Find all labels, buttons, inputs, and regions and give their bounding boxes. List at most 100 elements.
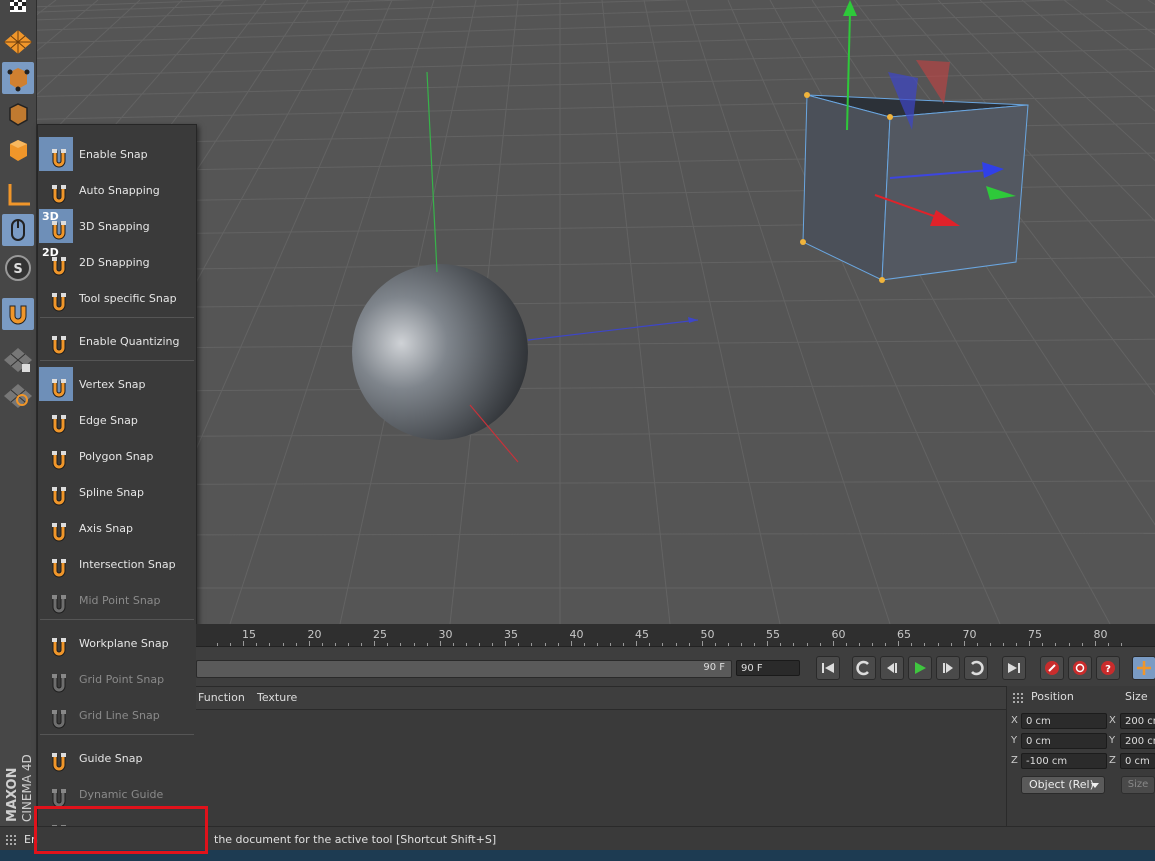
cube-right-face[interactable]	[881, 104, 1029, 281]
record-keys-button[interactable]	[1040, 656, 1064, 680]
frame-range-slider[interactable]: 90 F	[196, 660, 732, 678]
snap-menu-item[interactable]: Axis Snap	[38, 510, 196, 546]
checker-icon[interactable]	[2, 0, 34, 24]
timeline-tick	[898, 641, 899, 646]
previous-frame-button[interactable]	[880, 656, 904, 680]
snap-menu-item-label: Guide Snap	[79, 751, 143, 765]
snap-magnet-icon[interactable]	[2, 298, 34, 330]
snap-menu-item[interactable]: Vertex Snap	[38, 366, 196, 402]
chevron-down-icon	[1091, 783, 1099, 788]
snap-menu-item[interactable]: 3D 3D Snapping	[38, 208, 196, 244]
timeline-tick	[1042, 643, 1043, 646]
timeline-tick	[714, 643, 716, 646]
snap-menu-item[interactable]: Auto Snapping	[38, 172, 196, 208]
timeline-tick	[243, 641, 244, 646]
snap-menu-item-label: 2D Snapping	[79, 255, 150, 269]
timeline-ruler[interactable]: 15 20 25 30 35 40 45 50 55 60 65 70 75 80	[196, 624, 1155, 647]
timeline-tick	[531, 643, 532, 646]
snap-menu-item-label: Auto Snapping	[79, 183, 160, 197]
timeline-tick-label: 30	[438, 628, 453, 641]
timeline-tick	[924, 643, 925, 646]
menu-separator	[40, 734, 194, 735]
timeline-tick	[465, 643, 467, 646]
autokey-button[interactable]	[1068, 656, 1092, 680]
timeline-tick	[806, 643, 808, 646]
position-header: Position	[1031, 690, 1074, 703]
timeline-tick	[269, 643, 270, 646]
timeline-tick	[662, 643, 663, 646]
next-frame-button[interactable]	[936, 656, 960, 680]
apply-size-button[interactable]: Size	[1121, 776, 1155, 794]
snap-menu-item[interactable]: Intersection Snap	[38, 546, 196, 582]
snap-menu-item[interactable]: Spline Snap	[38, 474, 196, 510]
points-mode-icon[interactable]	[2, 62, 34, 94]
keyframe-selection-button[interactable]: ?	[1096, 656, 1120, 680]
timeline-tick	[780, 643, 781, 646]
cube-y-arrow[interactable]	[843, 0, 857, 16]
workplane-lock-icon[interactable]	[2, 344, 34, 376]
size-z-field[interactable]: 0 cm	[1120, 753, 1155, 769]
snap-menu-item[interactable]: Workplane Snap	[38, 625, 196, 661]
timeline-tick	[819, 643, 821, 646]
timeline-tick	[230, 643, 231, 646]
edges-mode-icon[interactable]	[2, 98, 34, 130]
brand-line2: CINEMA 4D	[20, 754, 34, 822]
snap-menu-item[interactable]: 2D 2D Snapping	[38, 244, 196, 280]
timeline-tick	[518, 643, 519, 646]
snap-menu-item-label: Grid Point Snap	[79, 672, 165, 686]
polygons-mode-icon[interactable]	[2, 134, 34, 166]
go-to-end-button[interactable]	[1002, 656, 1026, 680]
timeline-tick	[361, 643, 362, 646]
workplane-snap-icon	[39, 626, 73, 660]
snap-menu-item[interactable]: Edge Snap	[38, 402, 196, 438]
timeline-tick-label: 25	[373, 628, 387, 641]
sphere-object[interactable]	[352, 264, 528, 440]
size-x-field[interactable]: 200 cm	[1120, 713, 1155, 729]
cube-vertex	[800, 239, 806, 245]
previous-key-button[interactable]	[852, 656, 876, 680]
cube-vertex	[879, 277, 885, 283]
cube-vertex	[804, 92, 810, 98]
snap-menu-item[interactable]: Guide Snap	[38, 740, 196, 776]
menu-texture[interactable]: Texture	[257, 691, 297, 704]
menu-function[interactable]: Function	[198, 691, 245, 704]
timeline-tick-label: 40	[569, 628, 584, 641]
solo-mode-icon[interactable]: S	[2, 252, 34, 284]
brand-line1: MAXON	[5, 768, 20, 823]
tool-snap-icon	[39, 281, 73, 315]
polygon-snap-icon	[39, 439, 73, 473]
timeline-tick	[282, 643, 284, 646]
position-x-field[interactable]: 0 cm	[1021, 713, 1107, 729]
snap-menu-item[interactable]: Mid Point Snap	[38, 582, 196, 618]
snap-menu-item[interactable]: Grid Point Snap	[38, 661, 196, 697]
snap-menu-item[interactable]: Enable Quantizing	[38, 323, 196, 359]
status-text: the document for the active tool [Shortc…	[214, 833, 497, 846]
move-tool-icon[interactable]	[1132, 656, 1155, 680]
cube-plane-handle-red[interactable]	[916, 60, 950, 104]
workplane-icon[interactable]	[2, 380, 34, 412]
timeline-tick	[911, 643, 912, 646]
attribute-menubar: Function Texture	[196, 687, 1006, 710]
snap-menu-item-label: Enable Quantizing	[79, 334, 180, 348]
timeline-tick	[334, 643, 336, 646]
snap-menu-item[interactable]: Polygon Snap	[38, 438, 196, 474]
play-button[interactable]	[908, 656, 932, 680]
left-toolbar: S MAXON CINEMA 4D	[0, 0, 37, 861]
position-z-label: Z	[1011, 755, 1018, 766]
axis-mode-icon[interactable]	[2, 178, 34, 210]
end-frame-field[interactable]: 90 F	[736, 660, 800, 676]
coordinate-mode-dropdown[interactable]: Object (Rel)	[1021, 776, 1105, 794]
size-y-field[interactable]: 200 cm	[1120, 733, 1155, 749]
snap-menu-item[interactable]: Grid Line Snap	[38, 697, 196, 733]
snap-menu-item[interactable]: Enable Snap	[38, 136, 196, 172]
go-to-start-button[interactable]	[816, 656, 840, 680]
position-z-field[interactable]: -100 cm	[1021, 753, 1107, 769]
next-key-button[interactable]	[964, 656, 988, 680]
snap-menu-item[interactable]: Tool specific Snap	[38, 280, 196, 316]
texture-mode-icon[interactable]	[2, 26, 34, 58]
tweak-mode-icon[interactable]	[2, 214, 34, 246]
position-y-field[interactable]: 0 cm	[1021, 733, 1107, 749]
timeline-tick	[858, 643, 860, 646]
position-x-label: X	[1011, 715, 1018, 726]
timeline-tick-label: 75	[1028, 628, 1042, 641]
